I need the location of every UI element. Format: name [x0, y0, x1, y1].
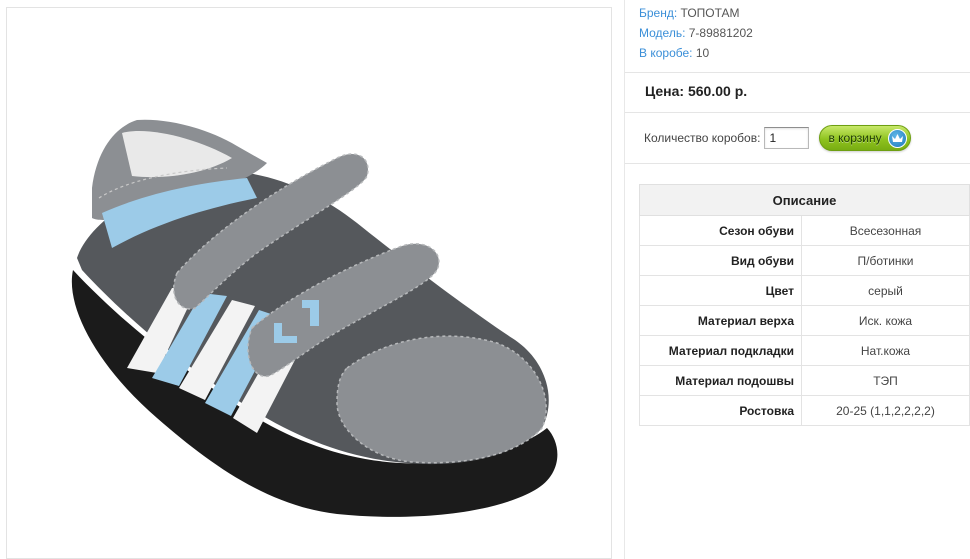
model-value: 7-89881202 [688, 26, 753, 40]
model-row: Модель: 7-89881202 [639, 23, 753, 43]
spec-value: ТЭП [801, 365, 970, 396]
box-count-row: В коробе: 10 [639, 43, 753, 63]
spec-value: Иск. кожа [801, 305, 970, 336]
brand-label: Бренд: [639, 6, 678, 20]
divider [625, 72, 970, 73]
divider [625, 112, 970, 113]
table-row: Материал подошвы ТЭП [639, 365, 970, 396]
add-to-cart-button[interactable]: в корзину [819, 125, 912, 151]
spec-value: 20-25 (1,1,2,2,2,2) [801, 395, 970, 426]
shoe-toe [336, 335, 547, 464]
spec-key: Материал подкладки [639, 335, 802, 366]
spec-value: Нат.кожа [801, 335, 970, 366]
table-row: Цвет серый [639, 275, 970, 306]
spec-key: Сезон обуви [639, 215, 802, 246]
table-row: Материал верха Иск. кожа [639, 305, 970, 336]
spec-key: Вид обуви [639, 245, 802, 276]
spec-value: серый [801, 275, 970, 306]
spec-key: Цвет [639, 275, 802, 306]
spec-value: Всесезонная [801, 215, 970, 246]
brand-value: ТОПОТАМ [680, 6, 740, 20]
order-row: Количество коробов: в корзину [644, 125, 912, 151]
specs-table: Описание Сезон обуви Всесезонная Вид обу… [639, 184, 970, 426]
crown-cart-icon [888, 128, 908, 148]
model-label: Модель: [639, 26, 686, 40]
brand-row: Бренд: ТОПОТАМ [639, 3, 753, 23]
table-row: Сезон обуви Всесезонная [639, 215, 970, 246]
spec-key: Материал верха [639, 305, 802, 336]
price: Цена: 560.00 р. [645, 83, 748, 99]
divider [625, 163, 970, 164]
product-meta: Бренд: ТОПОТАМ Модель: 7-89881202 В коро… [639, 3, 753, 63]
specs-title: Описание [639, 184, 970, 216]
table-row: Ростовка 20-25 (1,1,2,2,2,2) [639, 395, 970, 426]
column-divider [624, 0, 625, 559]
product-image[interactable] [7, 8, 613, 559]
spec-key: Ростовка [639, 395, 802, 426]
box-count-value: 10 [695, 46, 710, 60]
product-image-frame[interactable] [6, 7, 612, 559]
table-row: Вид обуви П/ботинки [639, 245, 970, 276]
table-row: Материал подкладки Нат.кожа [639, 335, 970, 366]
add-to-cart-label: в корзину [828, 131, 882, 145]
spec-value: П/ботинки [801, 245, 970, 276]
quantity-label: Количество коробов: [644, 131, 761, 145]
box-count-label: В коробе: [639, 46, 693, 60]
quantity-input[interactable] [764, 127, 810, 149]
spec-key: Материал подошвы [639, 365, 802, 396]
